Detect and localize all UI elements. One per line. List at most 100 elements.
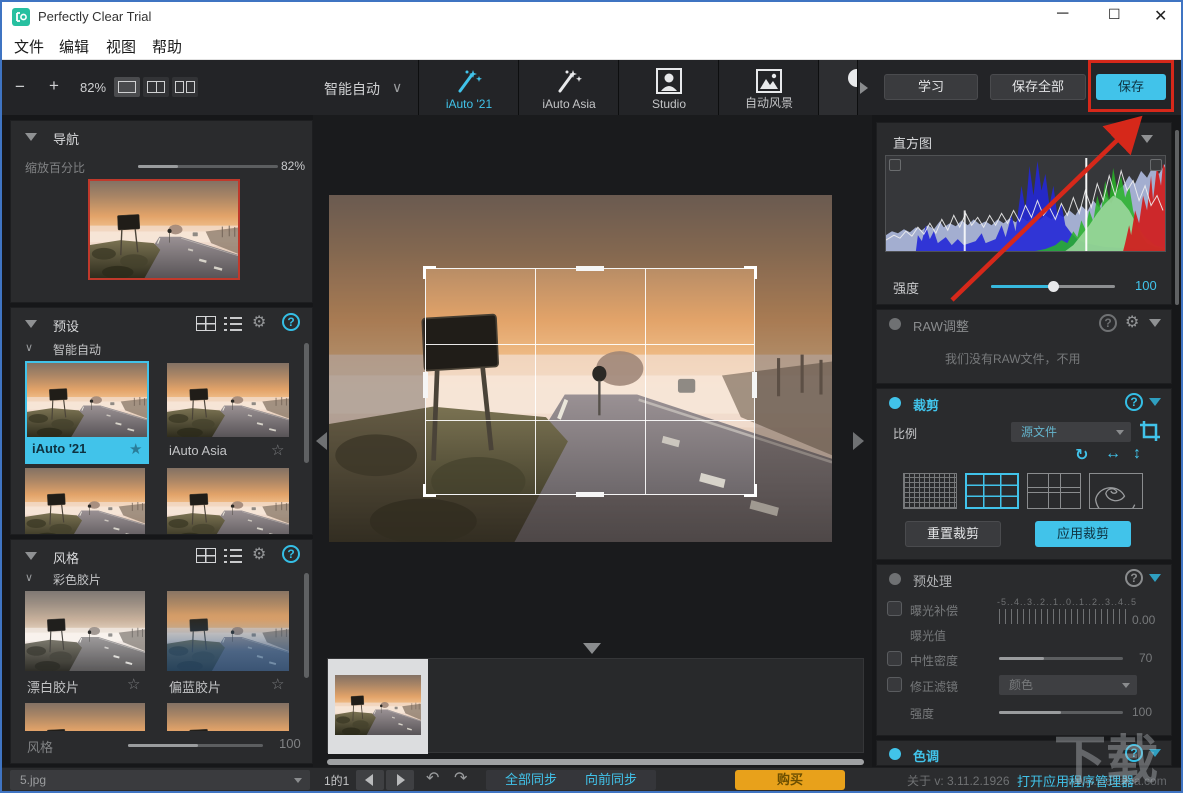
gear-icon[interactable]: ⚙: [252, 547, 266, 563]
help-icon[interactable]: ?: [1125, 569, 1143, 587]
collapse-icon[interactable]: [1149, 749, 1161, 757]
auto-mode-label[interactable]: 智能自动: [324, 79, 380, 99]
save-all-button[interactable]: 保存全部: [990, 74, 1086, 100]
menu-file[interactable]: 文件: [14, 36, 44, 57]
view-split-button[interactable]: [143, 77, 169, 97]
learn-button[interactable]: 学习: [884, 74, 978, 100]
navigator-thumbnail[interactable]: [88, 179, 240, 280]
ratio-dropdown[interactable]: 源文件: [1011, 422, 1131, 442]
collapse-icon[interactable]: [1149, 574, 1161, 582]
sync-forward-button[interactable]: 向前同步: [566, 770, 656, 790]
view-single-button[interactable]: [114, 77, 140, 97]
buy-button[interactable]: 购买: [735, 770, 845, 790]
collapse-icon[interactable]: [1141, 135, 1153, 143]
zoom-in-button[interactable]: +: [49, 76, 59, 96]
style-item-blue[interactable]: 偏蓝胶片 ☆: [167, 591, 289, 697]
gear-icon[interactable]: ⚙: [1125, 315, 1139, 331]
rotate-icon[interactable]: ↻: [1075, 445, 1088, 465]
preset-item-iauto-asia[interactable]: iAuto Asia ☆: [167, 361, 289, 464]
file-dropdown[interactable]: 5.jpg: [10, 770, 310, 790]
pan-left-icon[interactable]: [316, 432, 327, 450]
strength-slider[interactable]: [991, 285, 1115, 288]
maximize-button[interactable]: ☐: [1108, 6, 1121, 23]
undo-button[interactable]: ↶: [426, 768, 439, 788]
filmstrip-scrollbar[interactable]: [327, 759, 864, 765]
grid-view-icon[interactable]: [196, 316, 216, 331]
grid-golden-option[interactable]: [1027, 473, 1081, 509]
style-item-partial[interactable]: [167, 703, 289, 731]
list-view-icon[interactable]: [224, 549, 242, 563]
favorite-star-icon[interactable]: ☆: [271, 675, 284, 693]
grid-view-icon[interactable]: [196, 548, 216, 563]
help-icon[interactable]: ?: [1099, 314, 1117, 332]
crop-handle-nw[interactable]: [423, 266, 436, 279]
crop-handle-w[interactable]: [423, 372, 428, 398]
nd-slider[interactable]: [999, 657, 1123, 660]
preset-item-partial[interactable]: [25, 468, 145, 534]
favorite-star-icon[interactable]: ☆: [271, 441, 284, 459]
filmstrip-collapse-icon[interactable]: [583, 643, 601, 654]
tab-iauto-asia[interactable]: iAuto Asia: [519, 60, 619, 115]
style-item-bleach[interactable]: 漂白胶片 ☆: [25, 591, 145, 697]
style-strength-slider[interactable]: [128, 744, 263, 747]
menu-edit[interactable]: 编辑: [59, 36, 89, 57]
menu-view[interactable]: 视图: [106, 36, 136, 57]
right-panel-scrollbar[interactable]: [1175, 130, 1179, 305]
view-sidebyside-button[interactable]: [172, 77, 198, 97]
collapse-icon[interactable]: [25, 320, 37, 328]
presets-scrollbar[interactable]: [304, 343, 309, 463]
grid-thirds-option[interactable]: [965, 473, 1019, 509]
tabs-scroll-right-icon[interactable]: [860, 82, 868, 94]
crop-handle-sw[interactable]: [423, 484, 436, 497]
menu-help[interactable]: 帮助: [152, 36, 182, 57]
styles-scrollbar[interactable]: [304, 573, 309, 678]
close-button[interactable]: ✕: [1154, 6, 1167, 26]
next-image-button[interactable]: [386, 770, 414, 790]
tab-auto-landscape[interactable]: 自动风景: [719, 60, 819, 115]
zoom-slider[interactable]: [138, 165, 278, 168]
gear-icon[interactable]: ⚙: [252, 315, 266, 331]
open-app-manager-link[interactable]: 打开应用程序管理器: [1017, 771, 1134, 790]
lens-checkbox[interactable]: [887, 677, 902, 692]
pp-strength-slider[interactable]: [999, 711, 1123, 714]
nd-checkbox[interactable]: [887, 651, 902, 666]
redo-button[interactable]: ↷: [454, 768, 467, 788]
crop-handle-s[interactable]: [576, 492, 604, 497]
crop-handle-e[interactable]: [752, 372, 757, 398]
grid-fine-option[interactable]: [903, 473, 957, 509]
pan-right-icon[interactable]: [853, 432, 864, 450]
preset-item-partial[interactable]: [167, 468, 289, 534]
crop-handle-ne[interactable]: [744, 266, 757, 279]
prev-image-button[interactable]: [356, 770, 384, 790]
preset-item-iauto21[interactable]: iAuto '21 ★: [25, 361, 149, 464]
shadow-clipping-toggle[interactable]: [889, 159, 901, 171]
group-collapse-icon[interactable]: ∨: [25, 341, 33, 354]
lens-dropdown[interactable]: 颜色: [999, 675, 1137, 695]
sync-all-button[interactable]: 全部同步: [486, 770, 576, 790]
main-photo[interactable]: [329, 195, 832, 542]
tab-partial[interactable]: [819, 60, 857, 115]
grid-spiral-option[interactable]: [1089, 473, 1143, 509]
flip-vertical-icon[interactable]: ↕: [1133, 445, 1141, 463]
highlight-clipping-toggle[interactable]: [1150, 159, 1162, 171]
help-icon[interactable]: ?: [282, 545, 300, 563]
collapse-icon[interactable]: [1149, 319, 1161, 327]
crop-tool-icon[interactable]: [1139, 420, 1161, 442]
collapse-icon[interactable]: [25, 552, 37, 560]
zoom-out-button[interactable]: −: [15, 77, 25, 97]
help-icon[interactable]: ?: [1125, 393, 1143, 411]
help-icon[interactable]: ?: [282, 313, 300, 331]
reset-crop-button[interactable]: 重置裁剪: [905, 521, 1001, 547]
exposure-checkbox[interactable]: [887, 601, 902, 616]
tab-iauto21[interactable]: iAuto '21: [419, 60, 519, 115]
list-view-icon[interactable]: [224, 317, 242, 331]
favorite-star-icon[interactable]: ★: [129, 440, 142, 458]
collapse-icon[interactable]: [1149, 398, 1161, 406]
flip-horizontal-icon[interactable]: ↔: [1105, 445, 1121, 463]
crop-handle-n[interactable]: [576, 266, 604, 271]
crop-box[interactable]: [425, 268, 755, 495]
style-item-partial[interactable]: [25, 703, 145, 731]
favorite-star-icon[interactable]: ☆: [127, 675, 140, 693]
filmstrip-thumbnail-selected[interactable]: [328, 659, 428, 754]
help-icon[interactable]: ?: [1125, 744, 1143, 762]
